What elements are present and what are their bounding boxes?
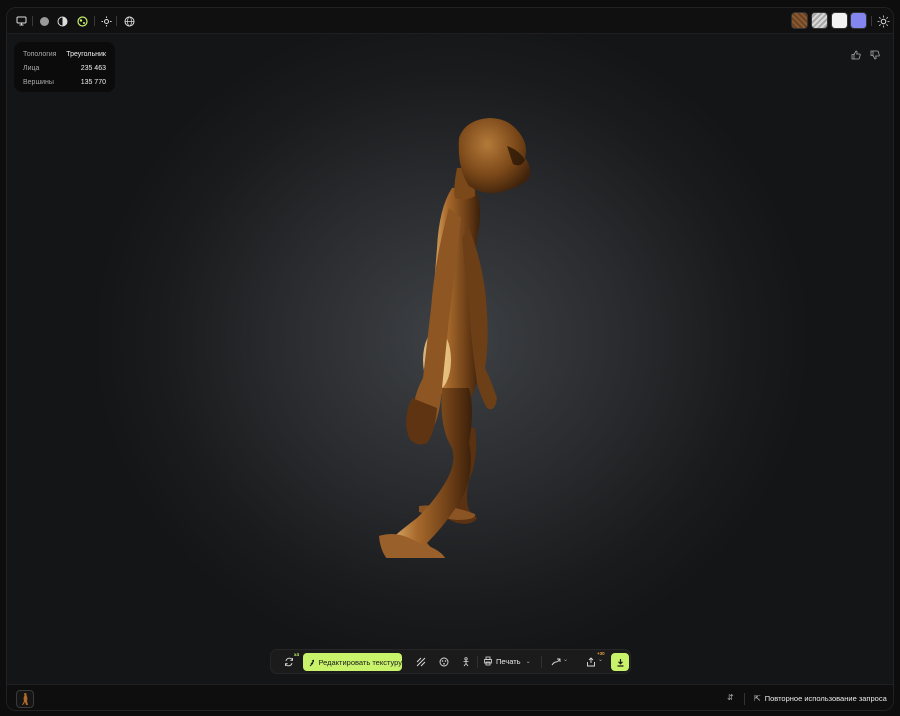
stat-row-topology: Топология Треугольник [23, 47, 106, 61]
auto-rig-icon[interactable] [550, 656, 562, 668]
download-icon [617, 658, 623, 667]
normal-swatch[interactable] [811, 12, 828, 29]
sphere-half-icon[interactable] [55, 14, 69, 28]
divider [94, 16, 95, 26]
printer-icon [484, 656, 492, 666]
faces-value: 235 463 [80, 64, 106, 72]
monitor-icon[interactable] [14, 14, 28, 28]
arrow-up-left-icon: ⇱ [754, 694, 761, 703]
vertices-value: 135 770 [80, 78, 106, 86]
edit-texture-label: Редактировать текстуру [318, 657, 402, 667]
texture-stripes-icon[interactable] [415, 656, 427, 668]
reuse-prompt-button[interactable]: ⇱ Повторное использование запроса [754, 694, 887, 703]
alien-3d-model[interactable] [357, 98, 557, 558]
chevron-down-icon[interactable]: ⌄ [563, 656, 568, 663]
share-icon[interactable] [585, 656, 597, 668]
grid-sphere-icon[interactable] [122, 14, 136, 28]
sun-icon[interactable] [99, 14, 113, 28]
reuse-prompt-label: Повторное использование запроса [764, 694, 887, 703]
divider [477, 656, 478, 668]
purple-swatch[interactable] [850, 12, 867, 29]
chevron-down-icon: ⌄ [525, 658, 531, 665]
divider [541, 656, 542, 668]
model-action-toolbar: x4 Редактировать текстуру Печать ⌄ ⌄ +30… [270, 649, 631, 674]
divider [32, 16, 33, 26]
print-label: Печать [496, 656, 521, 666]
vertices-label: Вершины [23, 78, 54, 86]
model-thumbnail[interactable] [16, 690, 34, 708]
regenerate-icon[interactable] [283, 656, 295, 668]
top-toolbar [7, 8, 893, 34]
brush-icon [309, 658, 315, 666]
mesh-stats-panel: Топология Треугольник Лица 235 463 Верши… [14, 42, 115, 92]
chevron-down-icon[interactable]: ⌄ [598, 656, 603, 663]
stat-row-vertices: Вершины 135 770 [23, 75, 106, 89]
regenerate-count-badge: x4 [294, 652, 300, 657]
rig-figure-icon[interactable] [460, 656, 472, 668]
sphere-texture-icon[interactable] [75, 14, 89, 28]
faces-label: Лица [23, 64, 40, 72]
white-swatch[interactable] [831, 12, 848, 29]
stat-row-faces: Лица 235 463 [23, 61, 106, 75]
divider [744, 693, 745, 705]
model-viewport[interactable]: Топология Треугольник Лица 235 463 Верши… [7, 34, 893, 684]
palette-icon[interactable] [438, 656, 450, 668]
topology-label: Топология [23, 50, 57, 58]
divider [871, 16, 872, 26]
expand-collapse-icon[interactable]: ⇵ [727, 693, 734, 702]
edit-texture-button[interactable]: Редактировать текстуру [303, 653, 402, 671]
download-button[interactable] [611, 653, 629, 671]
app-window: Топология Треугольник Лица 235 463 Верши… [6, 7, 894, 711]
topology-value: Треугольник [66, 50, 106, 58]
divider [116, 16, 117, 26]
sun-burst-icon[interactable] [875, 13, 891, 29]
thumbs-down-icon[interactable] [870, 47, 880, 60]
bottom-bar: ⇵ ⇱ Повторное использование запроса [7, 684, 893, 710]
thumbs-up-icon[interactable] [851, 47, 861, 60]
sphere-solid-icon[interactable] [37, 14, 51, 28]
texture-swatch[interactable] [791, 12, 808, 29]
print-dropdown[interactable]: Печать ⌄ [483, 656, 531, 666]
